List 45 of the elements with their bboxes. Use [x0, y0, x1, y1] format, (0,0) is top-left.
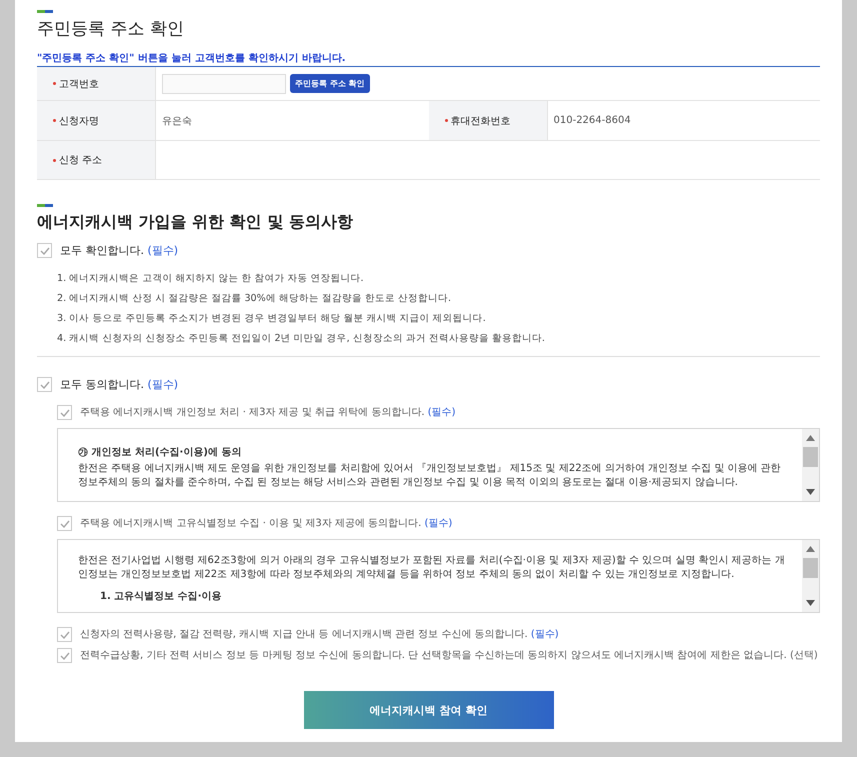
participation-confirm-button[interactable]: 에너지캐시백 참여 확인: [304, 691, 554, 729]
address-check-button[interactable]: 주민등록 주소 확인: [290, 74, 370, 93]
section-title: 주민등록 주소 확인: [37, 18, 185, 40]
section-title: 에너지캐시백 가입을 위한 확인 및 동의사항: [37, 211, 354, 233]
checkbox-label: 모두 확인합니다. (필수): [60, 243, 178, 258]
terms-paragraph: 한전은 전기사업법 시행령 제62조3항에 의거 아래의 경우 고유식별정보가 포함된 자료를 처리(수집·이용 및 제3자 제공)할 수 있으며 실명 확인시 제공하는 개인정보는 개인정보보호법 제22조 제3항에 따라 정보주체와의 계약체결 등을 위하여 정보 주체의 동의 없이 처리할 수 있는 개인정보로 지정합니다.: [78, 554, 786, 582]
check-icon: [40, 246, 50, 254]
notice-item: 2. 에너지캐시백 산정 시 절감량은 절감률 30%에 해당하는 절감량을 한도로 산정합니다.: [57, 292, 452, 306]
field-label: 신청 주소: [37, 141, 156, 179]
check-icon: [60, 408, 70, 416]
checkbox-label: 모두 동의합니다. (필수): [60, 377, 178, 392]
checkbox-label: 주택용 에너지캐시백 개인정보 처리 · 제3자 제공 및 취급 위탁에 동의합니다. (필수): [80, 406, 456, 420]
field-label: 신청자명: [37, 101, 156, 140]
scroll-down-icon[interactable]: [806, 600, 815, 606]
notice-item: 4. 캐시백 신청자의 신청장소 주민등록 전입일이 2년 미만일 경우, 신청장소의 과거 전력사용량을 활용합니다.: [57, 332, 546, 346]
field-value: 유은숙: [162, 114, 192, 128]
terms-heading: ㉮ 개인정보 처리(수집·이용)에 동의: [78, 446, 242, 460]
field-label: 휴대전화번호: [428, 101, 548, 140]
check-icon: [60, 652, 70, 660]
customer-number-field[interactable]: [162, 74, 286, 94]
title-accent-bar: [37, 204, 53, 207]
checkbox[interactable]: [57, 516, 72, 531]
checkbox-label: 주택용 에너지캐시백 고유식별정보 수집 · 이용 및 제3자 제공에 동의합니다. (필수): [80, 517, 452, 531]
field-label: 고객번호: [37, 67, 156, 100]
checkbox[interactable]: [57, 405, 72, 420]
checkbox[interactable]: [37, 377, 52, 392]
checkbox[interactable]: [57, 648, 72, 663]
terms-paragraph: 한전은 주택용 에너지캐시백 제도 운영을 위한 개인정보를 처리함에 있어서 『개인정보보호법』 제15조 및 제22조에 의거하여 개인정보 수집 및 이용에 관한 정보주체의 동의 절차를 준수하며, 수집 된 정보는 해당 서비스와 관련된 개인정보 수집 및 이용 목적 이외의 용도로는 절대 이용·제공되지 않습니다.: [78, 462, 782, 490]
scroll-up-icon[interactable]: [806, 546, 815, 552]
check-icon: [60, 520, 70, 528]
scrollbar[interactable]: [802, 429, 819, 501]
checkbox[interactable]: [37, 243, 52, 258]
scroll-up-icon[interactable]: [806, 435, 815, 441]
checkbox[interactable]: [57, 627, 72, 642]
title-accent-bar: [37, 10, 53, 13]
checkbox-label: 신청자의 전력사용량, 절감 전력량, 캐시백 지급 안내 등 에너지캐시백 관련 정보 수신에 동의합니다. (필수): [80, 628, 559, 642]
check-icon: [60, 630, 70, 638]
scroll-down-icon[interactable]: [806, 489, 815, 495]
field-value: 010-2264-8604: [554, 115, 631, 126]
checkbox-label: 전력수급상황, 기타 전력 서비스 정보 등 마케팅 정보 수신에 동의합니다. 단 선택항목을 수신하는데 동의하지 않으셔도 에너지캐시백 참여에 제한은 없습니다. (선택): [80, 649, 818, 663]
terms-heading: 1. 고유식별정보 수집·이용: [99, 590, 223, 604]
notice-item: 3. 이사 등으로 주민등록 주소지가 변경된 경우 변경일부터 해당 월분 캐시백 지급이 제외됩니다.: [57, 312, 487, 326]
scrollbar[interactable]: [802, 540, 819, 612]
check-icon: [40, 380, 50, 388]
notice-item: 1. 에너지캐시백은 고객이 해지하지 않는 한 참여가 자동 연장됩니다.: [57, 272, 365, 286]
